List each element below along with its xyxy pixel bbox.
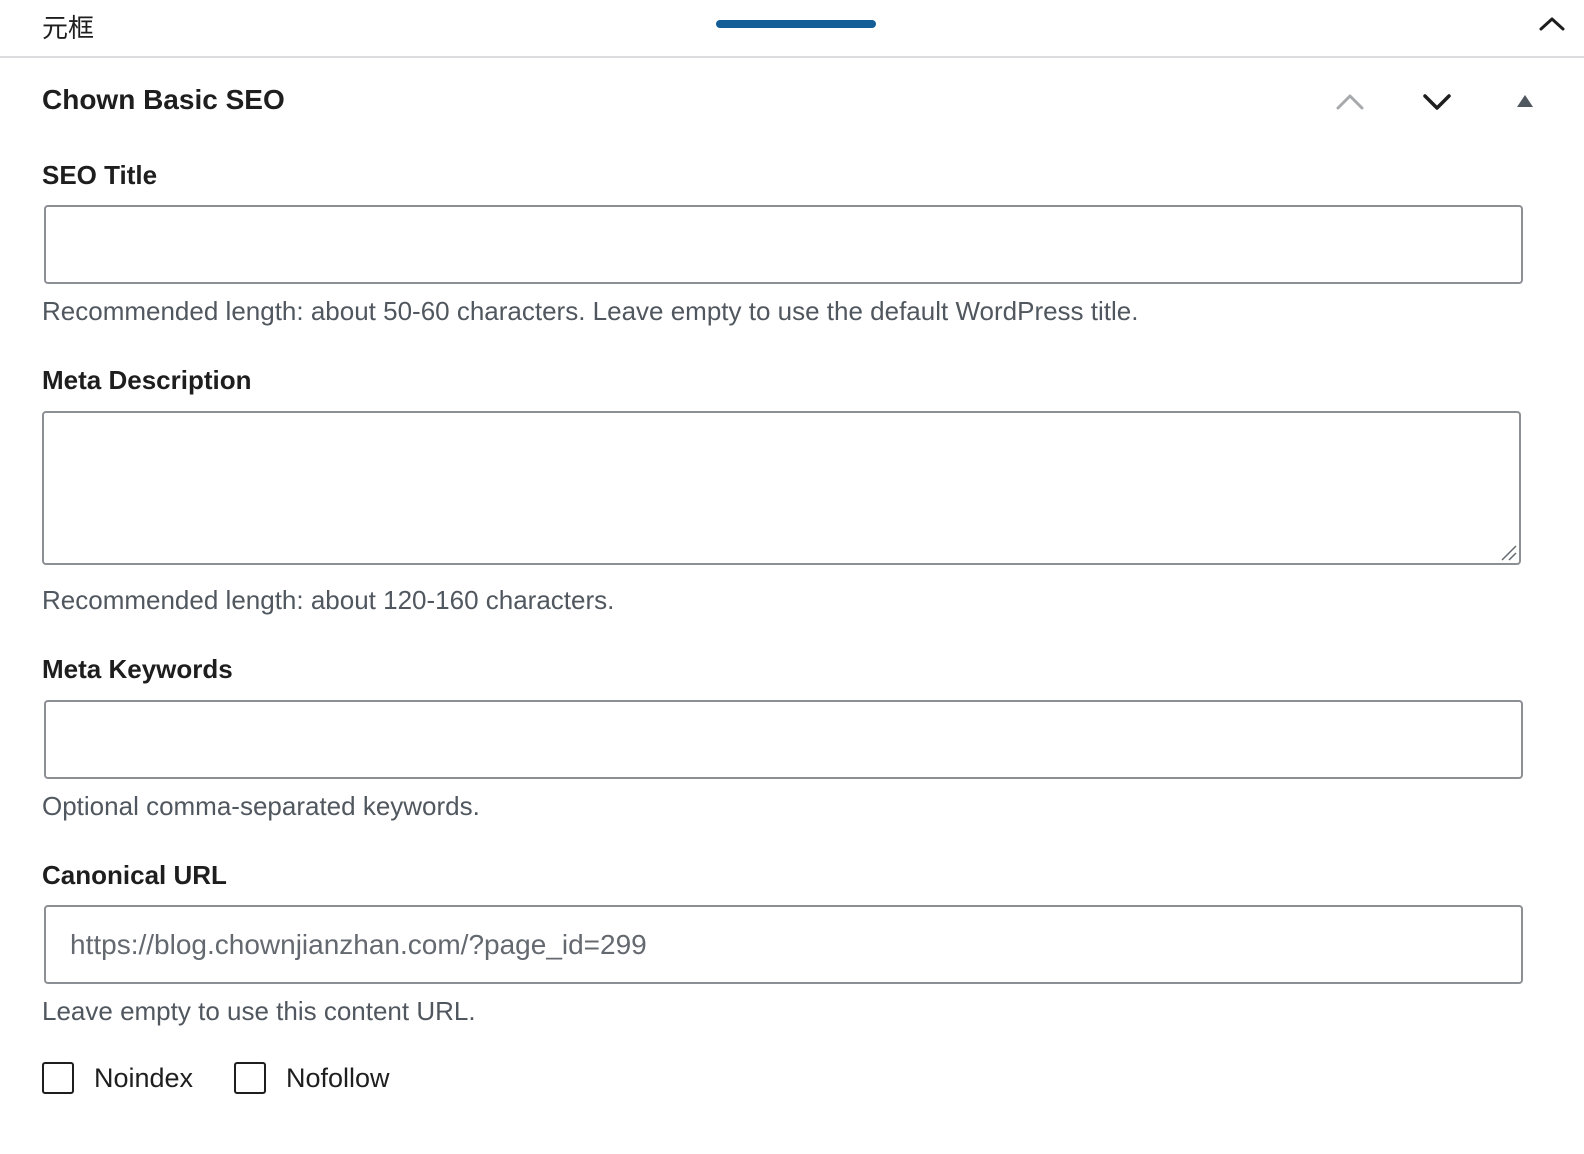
- meta-description-label: Meta Description: [42, 365, 252, 395]
- canonical-url-input[interactable]: [44, 905, 1523, 984]
- chevron-up-icon: [1539, 17, 1565, 31]
- resize-grip-icon[interactable]: [1498, 542, 1518, 562]
- toggle-panel-button[interactable]: [1503, 80, 1547, 124]
- meta-keywords-label: Meta Keywords: [42, 654, 233, 684]
- nofollow-checkbox[interactable]: [234, 1062, 266, 1094]
- seo-title-input[interactable]: [44, 205, 1523, 284]
- triangle-up-icon: [1517, 95, 1533, 107]
- metabox-area-collapse-button[interactable]: [1536, 10, 1568, 38]
- noindex-checkbox[interactable]: [42, 1062, 74, 1094]
- meta-keywords-help: Optional comma-separated keywords.: [42, 791, 480, 821]
- move-up-button[interactable]: [1328, 80, 1372, 124]
- nofollow-label: Nofollow: [286, 1062, 390, 1093]
- canonical-url-help: Leave empty to use this content URL.: [42, 996, 476, 1026]
- nofollow-option[interactable]: Nofollow: [234, 1060, 390, 1096]
- noindex-option[interactable]: Noindex: [42, 1060, 193, 1096]
- chevron-down-icon: [1423, 94, 1451, 110]
- metabox-title: Chown Basic SEO: [42, 84, 285, 115]
- metabox-area-header: 元框: [0, 0, 1584, 58]
- metabox-area-title: 元框: [42, 14, 95, 44]
- canonical-url-label: Canonical URL: [42, 860, 227, 890]
- noindex-label: Noindex: [94, 1062, 194, 1093]
- meta-keywords-input[interactable]: [44, 700, 1523, 779]
- seo-title-help: Recommended length: about 50-60 characte…: [42, 296, 1139, 326]
- chevron-up-icon: [1336, 94, 1364, 110]
- seo-title-label: SEO Title: [42, 160, 158, 190]
- meta-description-textarea[interactable]: [42, 411, 1521, 565]
- meta-description-help: Recommended length: about 120-160 charac…: [42, 585, 615, 615]
- move-down-button[interactable]: [1415, 80, 1459, 124]
- resize-handle[interactable]: [716, 20, 876, 28]
